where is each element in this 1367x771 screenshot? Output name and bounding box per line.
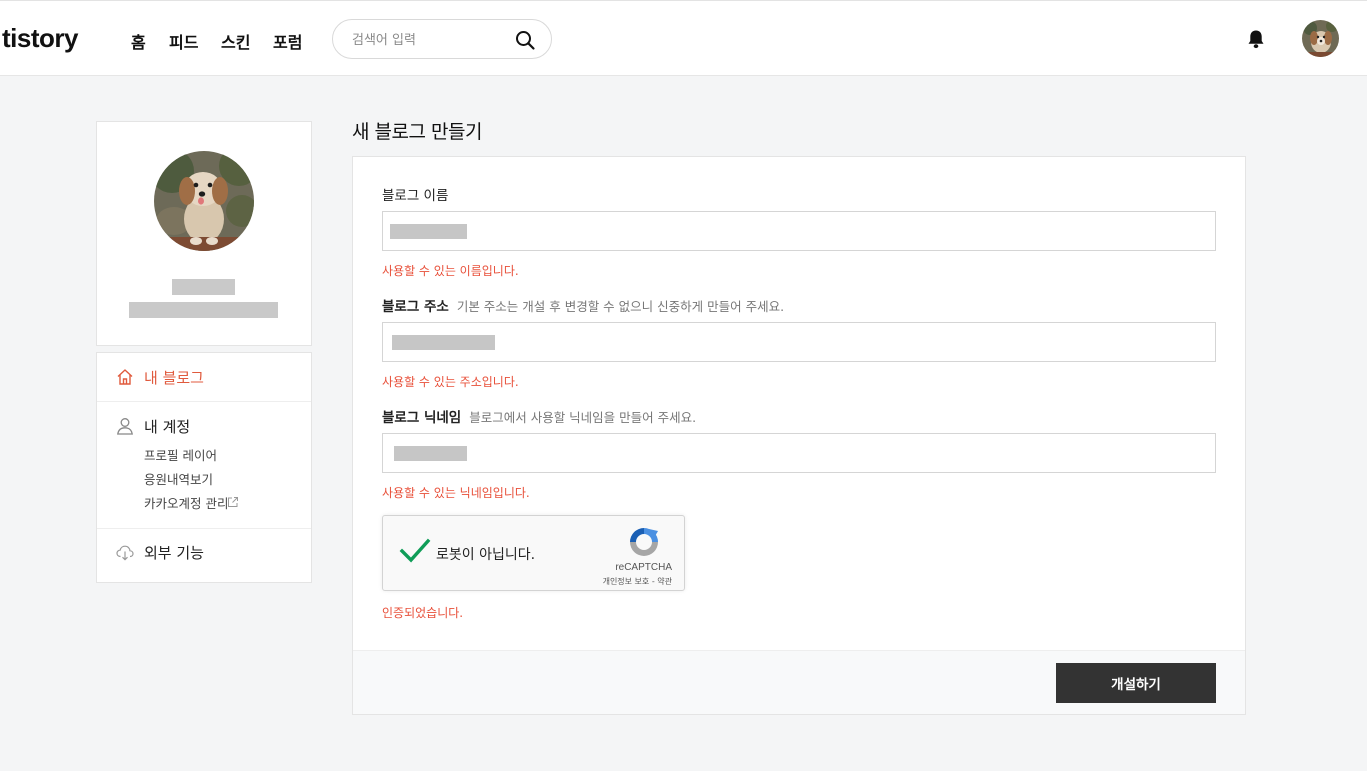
user-icon — [117, 418, 133, 435]
menu-external-features[interactable]: 외부 기능 — [144, 542, 204, 563]
notification-bell-icon[interactable] — [1245, 28, 1267, 50]
blog-name-value-redacted — [390, 224, 467, 239]
menu-divider — [97, 528, 311, 529]
menu-kakao-account-label: 카카오계정 관리 — [144, 496, 229, 511]
blog-address-label: 블로그 주소 기본 주소는 개설 후 변경할 수 없으니 신중하게 만들어 주세요… — [382, 295, 784, 315]
recaptcha-widget: 로봇이 아닙니다. reCAPTCHA 개인정보 보호 - 약관 — [382, 515, 685, 591]
search-icon[interactable] — [514, 29, 536, 51]
form-footer: 개설하기 — [353, 650, 1245, 714]
blog-nickname-hint: 블로그에서 사용할 닉네임을 만들어 주세요. — [469, 410, 697, 425]
search-box — [332, 19, 552, 59]
blog-address-label-text: 블로그 주소 — [382, 299, 449, 315]
captcha-message: 인증되었습니다. — [382, 606, 464, 620]
blog-nickname-label: 블로그 닉네임 블로그에서 사용할 닉네임을 만들어 주세요. — [382, 406, 696, 426]
blog-name-field — [382, 211, 1216, 251]
recaptcha-privacy-link[interactable]: 개인정보 보호 — [603, 577, 650, 586]
nav-feed[interactable]: 피드 — [169, 29, 198, 53]
blog-nickname-message: 사용할 수 있는 닉네임입니다. — [382, 486, 530, 500]
recaptcha-checkmark-icon[interactable] — [399, 538, 431, 564]
search-input[interactable] — [352, 30, 502, 50]
blog-name-label: 블로그 이름 — [382, 184, 448, 204]
cloud-download-icon — [116, 545, 134, 561]
create-blog-button[interactable]: 개설하기 — [1056, 663, 1216, 703]
blog-address-hint: 기본 주소는 개설 후 변경할 수 없으니 신중하게 만들어 주세요. — [456, 299, 785, 314]
recaptcha-label: 로봇이 아닙니다. — [436, 547, 536, 563]
nav-skin[interactable]: 스킨 — [221, 29, 250, 53]
recaptcha-brand: reCAPTCHA — [615, 562, 672, 573]
profile-avatar — [154, 151, 254, 251]
nav-home[interactable]: 홈 — [131, 29, 146, 53]
blog-nickname-input[interactable] — [383, 434, 1215, 472]
page-title: 새 블로그 만들기 — [352, 121, 482, 143]
menu-my-blog[interactable]: 내 블로그 — [144, 367, 204, 388]
top-header: tistory 홈 피드 스킨 포럼 — [0, 0, 1367, 76]
menu-kakao-account[interactable]: 카카오계정 관리 — [144, 493, 238, 512]
blog-nickname-label-text: 블로그 닉네임 — [382, 410, 462, 426]
recaptcha-logo-icon — [630, 528, 658, 556]
blog-name-message: 사용할 수 있는 이름입니다. — [382, 264, 519, 278]
blog-name-label-text: 블로그 이름 — [382, 188, 449, 204]
menu-support-history[interactable]: 응원내역보기 — [144, 469, 213, 488]
profile-card — [96, 121, 312, 346]
recaptcha-links: 개인정보 보호 - 약관 — [603, 576, 672, 587]
recaptcha-terms-link[interactable]: 약관 — [657, 577, 672, 586]
blog-nickname-value-redacted — [394, 446, 467, 461]
blog-name-input[interactable] — [383, 212, 1215, 250]
blog-address-field — [382, 322, 1216, 362]
menu-my-account[interactable]: 내 계정 — [144, 416, 190, 437]
tistory-logo[interactable]: tistory — [2, 23, 78, 54]
user-avatar[interactable] — [1302, 20, 1339, 57]
blog-address-input[interactable] — [383, 323, 1215, 361]
menu-divider — [97, 401, 311, 402]
profile-name-redacted — [172, 279, 235, 295]
menu-profile-layer[interactable]: 프로필 레이어 — [144, 445, 217, 464]
create-blog-form: 블로그 이름 사용할 수 있는 이름입니다. 블로그 주소 기본 주소는 개설 후… — [352, 156, 1246, 715]
home-icon — [117, 369, 133, 385]
external-link-icon — [228, 497, 238, 507]
profile-email-redacted — [129, 302, 278, 318]
blog-address-message: 사용할 수 있는 주소입니다. — [382, 375, 519, 389]
blog-nickname-field — [382, 433, 1216, 473]
blog-address-value-redacted — [392, 335, 495, 350]
account-menu: 내 블로그 내 계정 프로필 레이어 응원내역보기 카카오계정 관리 외부 기능 — [96, 352, 312, 583]
nav-forum[interactable]: 포럼 — [273, 29, 302, 53]
